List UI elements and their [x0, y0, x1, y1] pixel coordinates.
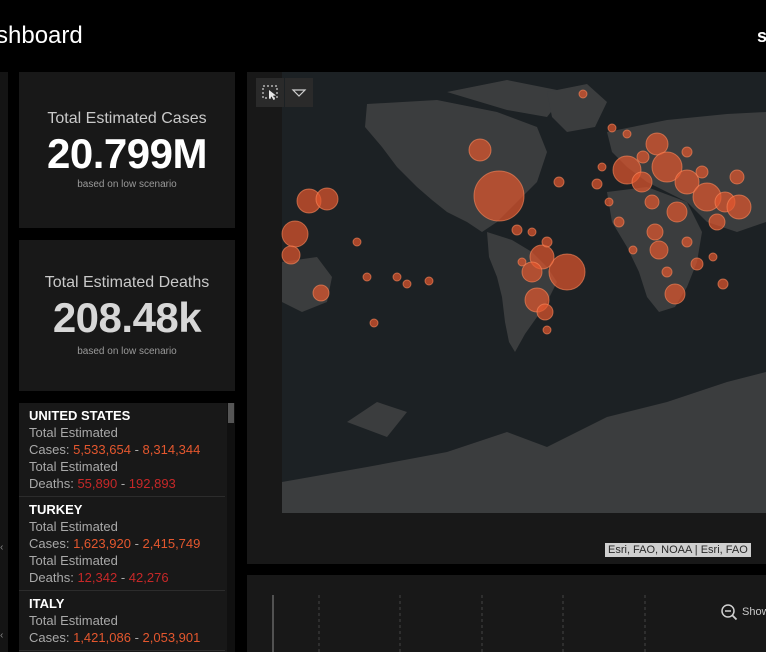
chevron-down-icon [291, 89, 307, 97]
left-side-panel: ‹ ‹ [0, 72, 8, 652]
list-scrollbar[interactable] [227, 403, 235, 652]
cases-label-line: Total Estimated [29, 519, 118, 534]
deaths-high: 42,276 [128, 570, 169, 585]
map-attribution: Esri, FAO, NOAA | Esri, FAO [605, 543, 751, 557]
deaths-label: Deaths: [29, 570, 74, 585]
deaths-label-line: Total Estimated [29, 459, 118, 474]
deaths-high: 192,893 [128, 476, 176, 491]
scroll-thumb[interactable] [228, 403, 234, 423]
cases-low: 1,623,920 [73, 536, 131, 551]
cases-high: 2,053,901 [142, 630, 201, 645]
map-panel[interactable]: Esri, FAO, NOAA | Esri, FAO [247, 72, 766, 564]
deaths-label: Deaths: [29, 476, 74, 491]
range-separator: - [134, 442, 139, 457]
collapse-arrow-icon[interactable]: ‹ [0, 542, 3, 553]
country-name: ITALY [29, 596, 65, 611]
header-right-text: s [757, 26, 766, 46]
country-name: UNITED STATES [29, 408, 131, 423]
total-deaths-title: Total Estimated Deaths [44, 274, 210, 291]
deaths-range-line: Deaths: 55,890 - 192,893 [29, 475, 225, 492]
total-cases-subtitle: based on low scenario [77, 179, 177, 190]
deaths-low: 12,342 [77, 570, 118, 585]
select-mode-dropdown[interactable] [285, 78, 313, 107]
range-separator: - [134, 536, 139, 551]
cases-range-line: Cases: 1,421,086 - 2,053,901 [29, 629, 225, 646]
deaths-range-line: Deaths: 12,342 - 42,276 [29, 569, 225, 586]
cases-low: 1,421,086 [73, 630, 131, 645]
list-item[interactable]: TURKEY Total Estimated Cases: 1,623,920 … [19, 497, 225, 591]
total-cases-title: Total Estimated Cases [47, 110, 207, 127]
cases-range-line: Cases: 5,533,654 - 8,314,344 [29, 441, 225, 458]
deaths-label-line: Total Estimated [29, 553, 118, 568]
select-tool-button[interactable] [256, 78, 284, 107]
total-deaths-value: 208.48k [52, 294, 202, 341]
list-item[interactable]: UNITED STATES Total Estimated Cases: 5,5… [19, 403, 225, 497]
select-icon [262, 85, 278, 100]
range-separator: - [120, 570, 126, 585]
marker-united-states [473, 170, 525, 222]
chart-panel: Show [247, 575, 766, 652]
zoom-show-label[interactable]: Show [742, 606, 766, 618]
cases-label: Cases: [29, 442, 70, 457]
zoom-out-icon[interactable] [720, 603, 738, 621]
expand-arrow-icon[interactable]: ‹ [0, 630, 3, 641]
total-deaths-subtitle: based on low scenario [77, 346, 177, 357]
country-name: TURKEY [29, 502, 83, 517]
total-deaths-panel: Total Estimated Deaths 208.48k based on … [19, 240, 235, 391]
total-cases-value: 20.799M [47, 130, 207, 177]
cases-label: Cases: [29, 536, 70, 551]
country-list[interactable]: UNITED STATES Total Estimated Cases: 5,5… [19, 403, 235, 652]
cases-range-line: Cases: 1,623,920 - 2,415,749 [29, 535, 225, 552]
range-separator: - [120, 476, 126, 491]
cases-high: 8,314,344 [142, 442, 201, 457]
dashboard-title: shboard [0, 22, 83, 49]
cases-high: 2,415,749 [142, 536, 201, 551]
cases-label-line: Total Estimated [29, 613, 118, 628]
list-item[interactable]: ITALY Total Estimated Cases: 1,421,086 -… [19, 591, 225, 651]
total-cases-panel: Total Estimated Cases 20.799M based on l… [19, 72, 235, 228]
chart-gridlines [272, 595, 646, 652]
deaths-low: 55,890 [77, 476, 118, 491]
world-map[interactable] [247, 72, 766, 564]
cases-label-line: Total Estimated [29, 425, 118, 440]
app-header: shboard s [0, 0, 766, 72]
cases-low: 5,533,654 [73, 442, 131, 457]
range-separator: - [134, 630, 139, 645]
cases-label: Cases: [29, 630, 70, 645]
